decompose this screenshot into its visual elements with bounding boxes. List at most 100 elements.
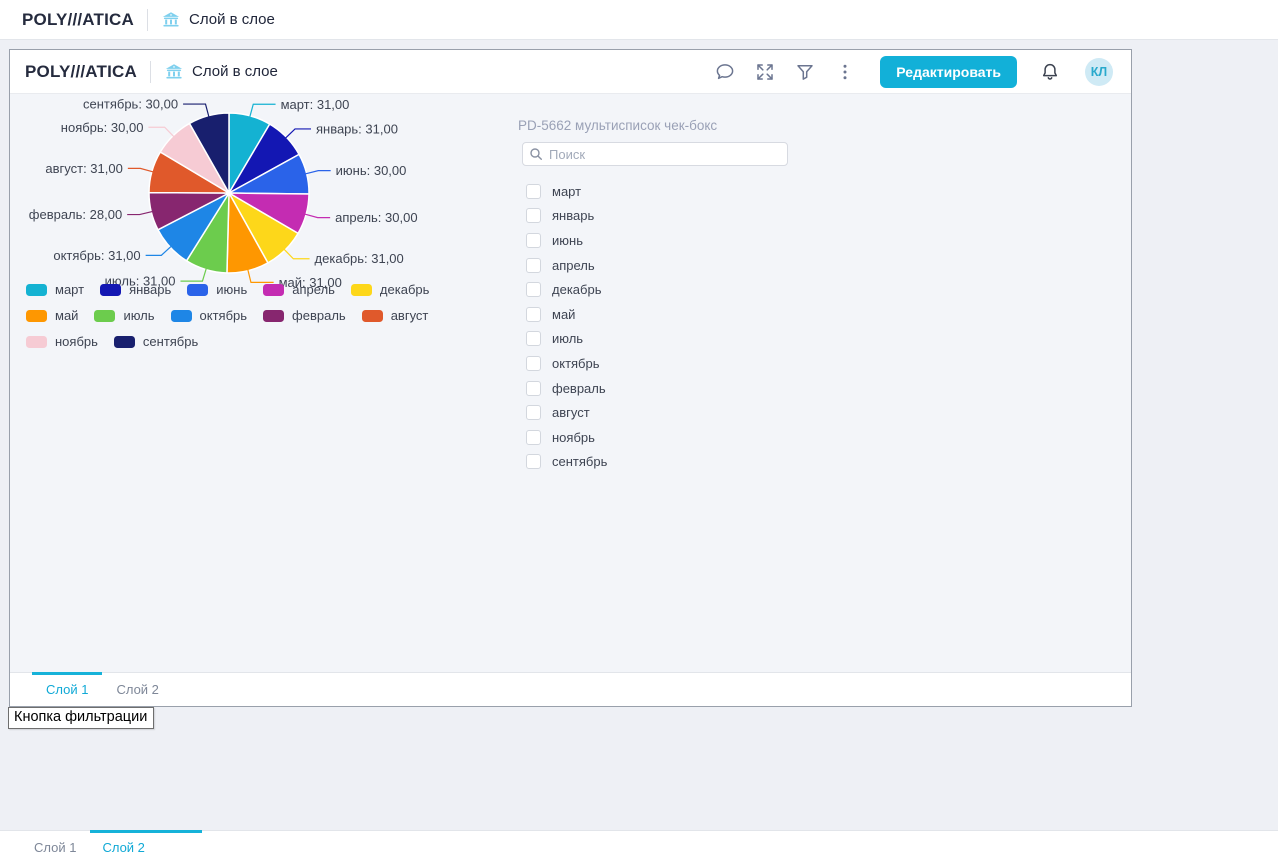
pie-label-leader [248, 270, 274, 283]
legend-item-июнь[interactable]: июнь [187, 282, 247, 297]
legend-item-январь[interactable]: январь [100, 282, 171, 297]
legend-item-август[interactable]: август [362, 308, 429, 323]
layer-tab-слой-1[interactable]: Слой 1 [20, 831, 90, 863]
checkbox[interactable] [526, 430, 541, 445]
legend-item-май[interactable]: май [26, 308, 78, 323]
legend-label: ноябрь [55, 334, 98, 349]
legend-label: май [55, 308, 78, 323]
legend-swatch [263, 310, 284, 322]
checkbox[interactable] [526, 356, 541, 371]
checkbox[interactable] [526, 454, 541, 469]
checkbox-label: январь [552, 208, 594, 223]
edit-button[interactable]: Редактировать [880, 56, 1017, 88]
legend-label: август [391, 308, 429, 323]
checkbox-label: апрель [552, 258, 595, 273]
page-title: Слой в слое [189, 11, 275, 28]
filter-item-апрель[interactable]: апрель [526, 253, 790, 278]
checkbox-label: август [552, 405, 590, 420]
panel-polymatica-logo: POLY///ATICA [25, 62, 137, 82]
legend-label: февраль [292, 308, 346, 323]
layer-tab-слой-2[interactable]: Слой 2 [102, 673, 172, 706]
legend-swatch [114, 336, 135, 348]
pie-label-январь: январь: 31,00 [316, 121, 398, 136]
pie-label-июнь: июнь: 30,00 [336, 163, 407, 178]
checkbox[interactable] [526, 208, 541, 223]
legend-swatch [187, 284, 208, 296]
filter-widget: PD-5662 мультисписок чек-бокс март январь… [518, 118, 790, 474]
pie-label-leader [180, 269, 206, 281]
filter-item-май[interactable]: май [526, 302, 790, 327]
comment-icon[interactable] [712, 59, 738, 85]
avatar[interactable]: КЛ [1085, 58, 1113, 86]
legend-item-декабрь[interactable]: декабрь [351, 282, 429, 297]
legend-label: декабрь [380, 282, 429, 297]
filter-item-август[interactable]: август [526, 400, 790, 425]
filter-item-июнь[interactable]: июнь [526, 228, 790, 253]
layer-tab-слой-1[interactable]: Слой 1 [32, 673, 102, 706]
pie-label-апрель: апрель: 30,00 [335, 210, 417, 225]
dashboard-panel: POLY///ATICA Слой в слое [9, 49, 1132, 707]
checkbox[interactable] [526, 282, 541, 297]
checkbox[interactable] [526, 307, 541, 322]
legend-item-июль[interactable]: июль [94, 308, 154, 323]
legend-label: июнь [216, 282, 247, 297]
filter-item-октябрь[interactable]: октябрь [526, 351, 790, 376]
checkbox[interactable] [526, 258, 541, 273]
legend-swatch [263, 284, 284, 296]
legend-item-сентябрь[interactable]: сентябрь [114, 334, 198, 349]
checkbox[interactable] [526, 405, 541, 420]
legend-swatch [26, 310, 47, 322]
layer-tab-слой-2[interactable]: Слой 2 [90, 831, 202, 863]
checkbox-label: октябрь [552, 356, 600, 371]
pie-label-декабрь: декабрь: 31,00 [315, 251, 404, 266]
legend-item-ноябрь[interactable]: ноябрь [26, 334, 98, 349]
pie-label-leader [250, 104, 276, 117]
filter-item-декабрь[interactable]: декабрь [526, 277, 790, 302]
legend-item-февраль[interactable]: февраль [263, 308, 346, 323]
legend-swatch [362, 310, 383, 322]
legend-swatch [351, 284, 372, 296]
legend-item-октябрь[interactable]: октябрь [171, 308, 248, 323]
pie-label-leader [148, 127, 173, 136]
filter-button-tooltip: Кнопка фильтрации [8, 707, 154, 729]
filter-item-июль[interactable]: июль [526, 327, 790, 352]
panel-header-actions: Редактировать КЛ [712, 56, 1113, 88]
pie-label-leader [146, 247, 171, 256]
checkbox[interactable] [526, 381, 541, 396]
pie-label-leader [128, 168, 153, 171]
pie-label-февраль: февраль: 28,00 [29, 207, 122, 222]
filter-item-март[interactable]: март [526, 179, 790, 204]
checkbox-label: май [552, 307, 575, 322]
checkbox-label: декабрь [552, 282, 601, 297]
legend-swatch [94, 310, 115, 322]
kebab-menu-icon[interactable] [832, 59, 858, 85]
search-icon [529, 147, 543, 161]
filter-funnel-icon[interactable] [792, 59, 818, 85]
legend-item-апрель[interactable]: апрель [263, 282, 335, 297]
legend-item-март[interactable]: март [26, 282, 84, 297]
filter-item-февраль[interactable]: февраль [526, 376, 790, 401]
filter-item-сентябрь[interactable]: сентябрь [526, 450, 790, 475]
legend-swatch [26, 336, 47, 348]
bell-icon[interactable] [1037, 59, 1063, 85]
legend-label: сентябрь [143, 334, 198, 349]
legend-swatch [26, 284, 47, 296]
panel-header-divider [150, 61, 151, 83]
filter-item-январь[interactable]: январь [526, 204, 790, 229]
checkbox-label: июнь [552, 233, 583, 248]
checkbox[interactable] [526, 233, 541, 248]
pie-label-leader [306, 171, 331, 174]
expand-icon[interactable] [752, 59, 778, 85]
panel-header: POLY///ATICA Слой в слое [10, 50, 1131, 94]
panel-content: март: 31,00 январь: 31,00 июнь: 30,00 апрел… [10, 94, 1131, 672]
pie-label-октябрь: октябрь: 31,00 [53, 248, 140, 263]
pie-label-leader [183, 104, 209, 117]
filter-title: PD-5662 мультисписок чек-бокс [518, 118, 790, 133]
pie-label-март: март: 31,00 [281, 97, 350, 112]
bank-icon [161, 10, 181, 30]
checkbox[interactable] [526, 331, 541, 346]
search-input[interactable] [522, 142, 788, 166]
header-divider [147, 9, 148, 31]
checkbox[interactable] [526, 184, 541, 199]
filter-item-ноябрь[interactable]: ноябрь [526, 425, 790, 450]
